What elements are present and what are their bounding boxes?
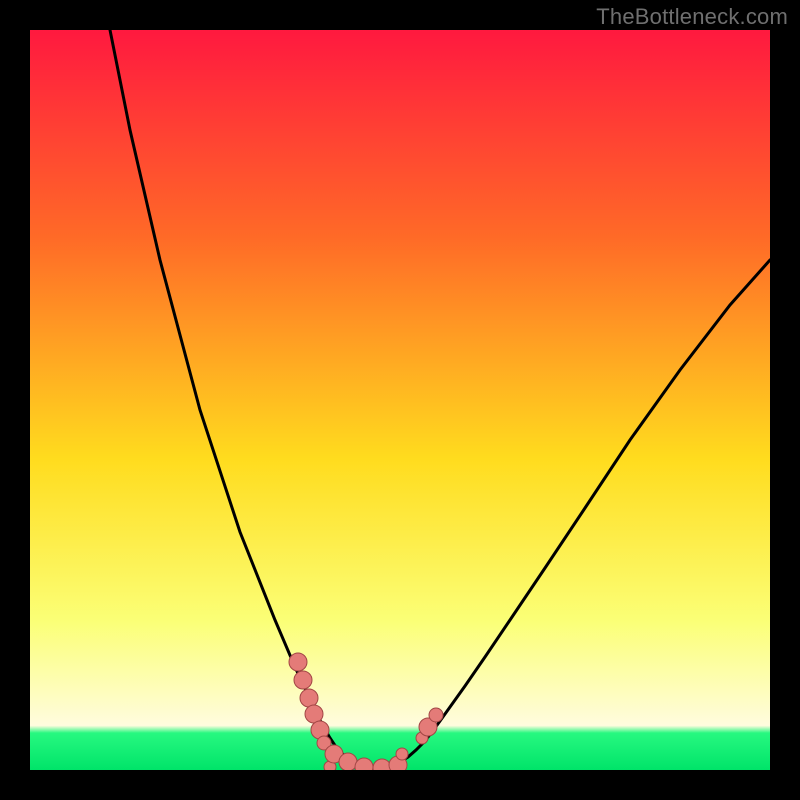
plot-area xyxy=(30,30,770,770)
data-marker xyxy=(289,653,307,671)
data-marker xyxy=(429,708,443,722)
data-marker xyxy=(300,689,318,707)
data-marker xyxy=(305,705,323,723)
chart-frame: TheBottleneck.com xyxy=(0,0,800,800)
chart-svg xyxy=(30,30,770,770)
data-marker xyxy=(396,748,408,760)
data-marker xyxy=(339,753,357,770)
data-marker xyxy=(294,671,312,689)
watermark-text: TheBottleneck.com xyxy=(596,4,788,30)
